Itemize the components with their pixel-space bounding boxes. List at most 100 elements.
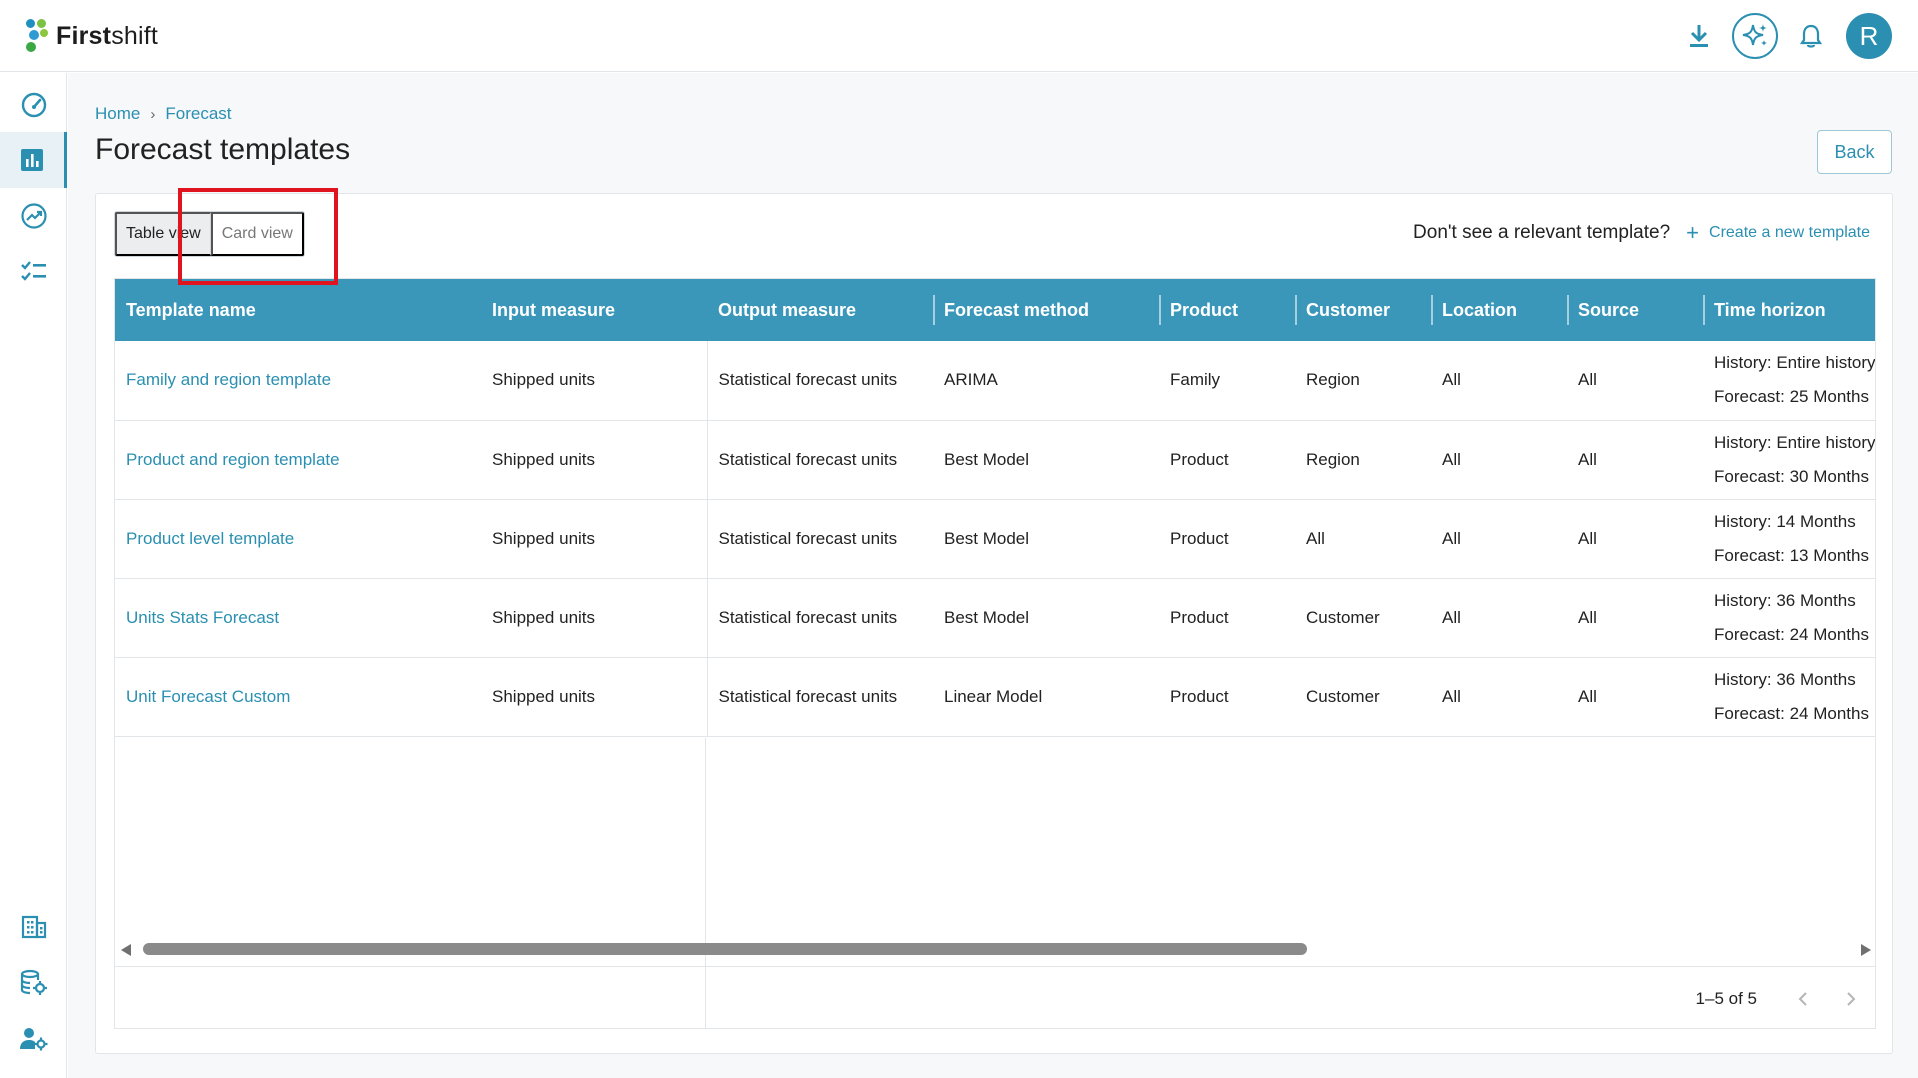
- pagination-range: 1–5 of 5: [1695, 989, 1757, 1008]
- column-divider[interactable]: [933, 295, 935, 325]
- column-header-location[interactable]: Location: [1431, 279, 1567, 341]
- output-measure-cell: Statistical forecast units: [718, 370, 898, 390]
- templates-table: Template name Input measure Output measu…: [115, 279, 1876, 737]
- app-name: Firstshift: [56, 21, 159, 50]
- location-cell: All: [1442, 607, 1461, 627]
- scroll-left-arrow-icon[interactable]: [121, 944, 131, 956]
- create-template-link[interactable]: + Create a new template: [1686, 222, 1870, 244]
- column-divider[interactable]: [1703, 295, 1705, 325]
- column-divider[interactable]: [1159, 295, 1161, 325]
- sidebar-item-organization[interactable]: [0, 899, 67, 955]
- top-bar: Firstshift R: [0, 0, 1918, 72]
- database-settings-icon: [20, 969, 47, 995]
- source-cell: All: [1578, 607, 1597, 627]
- next-page-button[interactable]: [1837, 985, 1865, 1013]
- create-template-label: Create a new template: [1709, 224, 1870, 241]
- trend-chart-icon: [20, 203, 47, 229]
- sidebar-item-dashboard[interactable]: [0, 77, 67, 133]
- customer-cell: Region: [1306, 370, 1360, 390]
- chevron-right-icon: [1847, 992, 1856, 1006]
- time-horizon-cell: History: Entire history Forecast: 30 Mont…: [1703, 420, 1875, 499]
- scrollbar-thumb[interactable]: [143, 943, 1307, 955]
- sidebar-item-analytics[interactable]: [0, 188, 67, 244]
- bar-chart-icon: [21, 149, 43, 171]
- ai-sparkle-icon[interactable]: [1732, 13, 1778, 59]
- forecast-text: Forecast: 25 Months: [1714, 387, 1869, 407]
- template-name-link[interactable]: Family and region template: [115, 341, 481, 420]
- input-measure-cell: Shipped units: [481, 420, 708, 499]
- forecast-method-cell: ARIMA: [944, 370, 998, 390]
- product-cell: Product: [1170, 449, 1229, 469]
- template-name-link[interactable]: Units Stats Forecast: [115, 578, 481, 657]
- column-divider[interactable]: [1295, 295, 1297, 325]
- building-icon: [21, 915, 46, 939]
- history-text: History: 14 Months: [1714, 511, 1856, 531]
- time-horizon-cell: History: Entire history Forecast: 25 Mont…: [1703, 341, 1876, 420]
- firstshift-logo[interactable]: Firstshift: [24, 17, 158, 55]
- column-header-source[interactable]: Source: [1567, 279, 1703, 341]
- user-avatar[interactable]: R: [1846, 13, 1892, 59]
- forecast-method-cell: Best Model: [944, 528, 1030, 548]
- history-text: History: 36 Months: [1714, 669, 1856, 689]
- product-cell: Product: [1170, 528, 1229, 548]
- download-icon[interactable]: [1676, 13, 1722, 59]
- input-measure-cell: Shipped units: [481, 341, 708, 420]
- source-cell: All: [1578, 449, 1597, 469]
- history-text: History: Entire history: [1714, 353, 1876, 373]
- column-divider[interactable]: [1431, 295, 1433, 325]
- input-measure-cell: Shipped units: [481, 657, 708, 736]
- back-button[interactable]: Back: [1817, 130, 1892, 174]
- column-header-product[interactable]: Product: [1159, 279, 1295, 341]
- time-horizon-cell: History: 14 Months Forecast: 13 Months: [1703, 499, 1875, 578]
- breadcrumb-home[interactable]: Home: [95, 104, 140, 124]
- location-cell: All: [1442, 370, 1461, 390]
- input-measure-cell: Shipped units: [481, 578, 708, 657]
- source-cell: All: [1578, 528, 1597, 548]
- column-header-time-horizon[interactable]: Time horizon: [1703, 279, 1875, 341]
- template-name-link[interactable]: Product level template: [115, 499, 481, 578]
- horizontal-scrollbar[interactable]: [115, 939, 1875, 959]
- forecast-method-cell: Best Model: [944, 449, 1030, 469]
- output-measure-cell: Statistical forecast units: [718, 607, 898, 627]
- table-header-row: Template name Input measure Output measu…: [115, 279, 1875, 341]
- source-cell: All: [1578, 686, 1597, 706]
- page-title: Forecast templates: [95, 133, 351, 166]
- bell-icon[interactable]: [1788, 13, 1834, 59]
- column-header-output-measure[interactable]: Output measure: [707, 279, 933, 341]
- left-sidebar: [0, 73, 67, 1078]
- table-row[interactable]: Units Stats Forecast Shipped units Stati…: [115, 578, 1875, 657]
- sidebar-item-user-settings[interactable]: [0, 1011, 67, 1067]
- templates-table-container: Template name Input measure Output measu…: [114, 278, 1876, 1029]
- column-divider[interactable]: [1567, 295, 1569, 325]
- table-row[interactable]: Unit Forecast Custom Shipped units Stati…: [115, 657, 1875, 736]
- create-template-prompt: Don't see a relevant template? + Create …: [1413, 222, 1870, 244]
- column-header-template-name[interactable]: Template name: [115, 279, 481, 341]
- checklist-icon: [20, 261, 46, 281]
- forecast-method-cell: Best Model: [944, 607, 1030, 627]
- logo-mark-icon: [24, 17, 52, 55]
- customer-cell: All: [1306, 528, 1325, 548]
- table-row[interactable]: Product level template Shipped units Sta…: [115, 499, 1875, 578]
- table-row[interactable]: Product and region template Shipped unit…: [115, 420, 1875, 499]
- customer-cell: Customer: [1306, 607, 1380, 627]
- template-name-link[interactable]: Product and region template: [115, 420, 481, 499]
- dashboard-gauge-icon: [21, 92, 46, 118]
- output-measure-cell: Statistical forecast units: [718, 686, 898, 706]
- scroll-right-arrow-icon[interactable]: [1861, 944, 1871, 956]
- column-header-customer[interactable]: Customer: [1295, 279, 1431, 341]
- output-measure-cell: Statistical forecast units: [718, 528, 898, 548]
- breadcrumb-separator: ›: [150, 105, 156, 123]
- breadcrumb-forecast[interactable]: Forecast: [165, 104, 231, 124]
- sidebar-item-data-settings[interactable]: [0, 955, 67, 1011]
- forecast-method-cell: Linear Model: [944, 686, 1043, 706]
- sidebar-item-tasks[interactable]: [0, 244, 67, 300]
- plus-icon: +: [1686, 220, 1700, 245]
- table-row[interactable]: Family and region template Shipped units…: [115, 341, 1876, 420]
- previous-page-button[interactable]: [1789, 985, 1817, 1013]
- input-measure-cell: Shipped units: [481, 499, 708, 578]
- column-header-input-measure[interactable]: Input measure: [481, 279, 707, 341]
- template-name-link[interactable]: Unit Forecast Custom: [115, 657, 481, 736]
- column-header-forecast-method[interactable]: Forecast method: [933, 279, 1159, 341]
- forecast-text: Forecast: 24 Months: [1714, 624, 1869, 644]
- sidebar-item-forecast[interactable]: [0, 132, 67, 188]
